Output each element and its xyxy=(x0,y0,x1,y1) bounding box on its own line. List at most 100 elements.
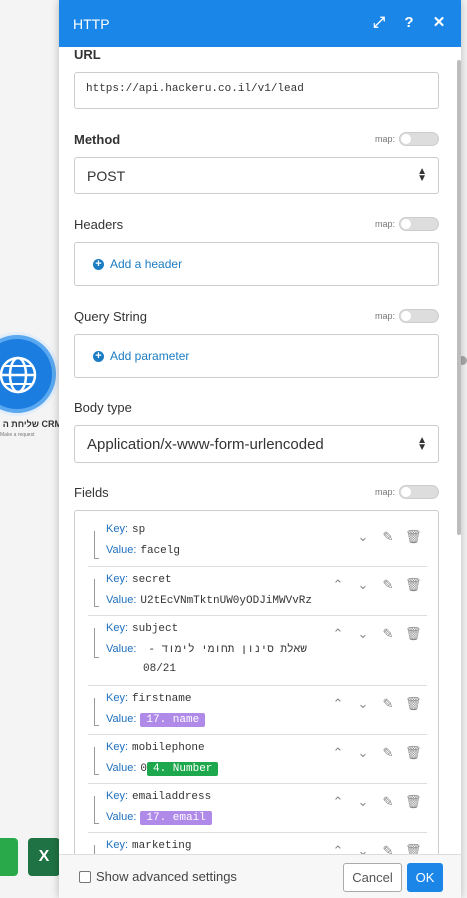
globe-icon xyxy=(0,356,37,394)
field-item: Key: secret Value: U2tEcVNmTktnUW0yODJiMWV… xyxy=(88,567,427,616)
edit-icon[interactable]: ✎ xyxy=(380,696,396,712)
add-parameter-link[interactable]: Add parameter xyxy=(110,349,189,363)
query-string-label: Query String xyxy=(74,309,147,324)
delete-icon[interactable]: 🗑 xyxy=(405,626,422,642)
body-type-value: Application/x-www-form-urlencoded xyxy=(87,435,324,453)
fields-label: Fields xyxy=(74,485,109,500)
url-input[interactable]: https://api.hackeru.co.il/v1/lead xyxy=(74,72,439,109)
edit-icon[interactable]: ✎ xyxy=(380,529,396,545)
field-value[interactable]: U2tEcVNmTktnUW0yODJiMWVvRz xyxy=(140,595,312,607)
field-value[interactable]: שאלת סינון תחומי לימוד - xyxy=(148,644,306,656)
field-value-prefix[interactable]: 0 xyxy=(140,763,147,775)
delete-icon[interactable]: 🗑 xyxy=(405,529,422,545)
excel-icon-label: X xyxy=(38,848,50,865)
delete-icon[interactable]: 🗑 xyxy=(405,577,422,593)
fields-list: Key: sp Value: facelg ⌄ ✎ 🗑 Key: secret Value… xyxy=(74,510,439,860)
plus-circle-icon[interactable]: + xyxy=(93,350,104,362)
method-map-toggle[interactable]: map: xyxy=(375,132,439,146)
map-label: map: xyxy=(374,487,395,497)
method-label: Method xyxy=(74,132,121,147)
field-key[interactable]: marketing xyxy=(132,840,191,852)
move-down-icon[interactable]: ⌄ xyxy=(355,626,371,642)
variable-pill[interactable]: 17. email xyxy=(140,811,212,825)
checkbox-icon[interactable] xyxy=(79,870,91,883)
panel-header: HTTP ⤢ ? ✕ xyxy=(59,0,461,47)
field-item: Key: subject Value: שאלת סינון תחומי לימוד… xyxy=(88,616,427,686)
toggle-switch[interactable] xyxy=(399,132,439,146)
edit-icon[interactable]: ✎ xyxy=(380,745,396,761)
green-module-icon[interactable] xyxy=(0,838,18,876)
move-up-icon[interactable]: ⌃ xyxy=(330,626,346,642)
variable-pill[interactable]: 17. name xyxy=(140,713,206,727)
move-up-icon[interactable]: ⌃ xyxy=(330,577,346,593)
select-arrows-icon: ▲ ▼ xyxy=(417,435,427,453)
key-label: Key: xyxy=(106,741,129,753)
url-label: URL xyxy=(74,47,101,62)
value-label: Value: xyxy=(106,544,137,556)
delete-icon[interactable]: 🗑 xyxy=(405,794,422,810)
ok-button[interactable]: OK xyxy=(407,863,443,892)
field-item: Key: mobilephone Value: 0 4. Number ⌃ ⌄ ✎ 🗑 xyxy=(88,735,427,784)
key-label: Key: xyxy=(106,839,129,851)
move-down-icon[interactable]: ⌄ xyxy=(355,794,371,810)
panel-scrollbar[interactable] xyxy=(457,60,461,535)
move-up-icon[interactable]: ⌃ xyxy=(330,794,346,810)
field-key[interactable]: firstname xyxy=(132,693,191,705)
field-key[interactable]: secret xyxy=(132,574,172,586)
map-label: map: xyxy=(374,311,395,321)
key-label: Key: xyxy=(106,523,129,535)
plus-circle-icon[interactable]: + xyxy=(93,258,104,270)
cancel-button[interactable]: Cancel xyxy=(343,863,402,892)
body-type-select[interactable]: Application/x-www-form-urlencoded ▲ ▼ xyxy=(74,425,439,463)
toggle-switch[interactable] xyxy=(399,309,439,323)
value-label: Value: xyxy=(106,811,137,823)
headers-map-toggle[interactable]: map: xyxy=(375,217,439,231)
method-select[interactable]: POST ▲ ▼ xyxy=(74,157,439,194)
node-subtitle: Make a request xyxy=(0,432,35,438)
edit-icon[interactable]: ✎ xyxy=(380,626,396,642)
toggle-switch[interactable] xyxy=(399,217,439,231)
field-key[interactable]: subject xyxy=(132,623,178,635)
key-label: Key: xyxy=(106,573,129,585)
edit-icon[interactable]: ✎ xyxy=(380,794,396,810)
key-label: Key: xyxy=(106,790,129,802)
value-label: Value: xyxy=(106,762,137,774)
field-key[interactable]: sp xyxy=(132,524,145,536)
help-icon[interactable]: ? xyxy=(401,14,417,32)
headers-label: Headers xyxy=(74,217,124,232)
show-advanced-label: Show advanced settings xyxy=(96,869,237,884)
field-value[interactable]: facelg xyxy=(140,545,180,557)
query-string-box: + Add parameter xyxy=(74,334,439,378)
add-header-link[interactable]: Add a header xyxy=(110,257,182,271)
map-label: map: xyxy=(374,134,395,144)
map-label: map: xyxy=(374,219,395,229)
field-key[interactable]: mobilephone xyxy=(132,742,205,754)
field-key[interactable]: emailaddress xyxy=(132,791,211,803)
bracket-line xyxy=(94,579,99,607)
field-value-line2[interactable]: 08/21 xyxy=(143,663,176,675)
move-up-icon[interactable]: ⌃ xyxy=(330,696,346,712)
method-value: POST xyxy=(87,167,126,184)
query-map-toggle[interactable]: map: xyxy=(375,309,439,323)
move-down-icon[interactable]: ⌄ xyxy=(355,745,371,761)
bracket-line xyxy=(94,628,99,658)
edit-icon[interactable]: ✎ xyxy=(380,577,396,593)
move-down-icon[interactable]: ⌄ xyxy=(355,696,371,712)
key-label: Key: xyxy=(106,622,129,634)
field-item: Key: firstname Value: 17. name ⌃ ⌄ ✎ 🗑 xyxy=(88,686,427,735)
bracket-line xyxy=(94,531,99,559)
excel-module-icon[interactable]: X xyxy=(28,838,60,876)
delete-icon[interactable]: 🗑 xyxy=(405,696,422,712)
move-down-icon[interactable]: ⌄ xyxy=(355,577,371,593)
close-icon[interactable]: ✕ xyxy=(431,14,447,32)
toggle-switch[interactable] xyxy=(399,485,439,499)
variable-pill[interactable]: 4. Number xyxy=(146,762,219,776)
expand-icon[interactable]: ⤢ xyxy=(371,14,387,32)
move-up-icon[interactable]: ⌃ xyxy=(330,745,346,761)
fields-map-toggle[interactable]: map: xyxy=(375,485,439,499)
delete-icon[interactable]: 🗑 xyxy=(405,745,422,761)
panel-title: HTTP xyxy=(73,15,110,32)
move-down-icon[interactable]: ⌄ xyxy=(355,529,371,545)
show-advanced-checkbox[interactable]: Show advanced settings xyxy=(79,869,237,884)
bracket-line xyxy=(94,698,99,726)
